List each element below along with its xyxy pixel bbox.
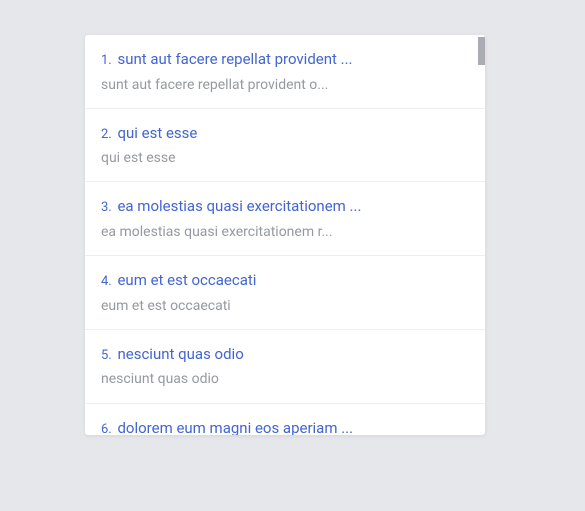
list-item[interactable]: 2. qui est esse qui est esse — [85, 109, 485, 183]
post-number: 4. — [101, 274, 112, 289]
list-card: 1. sunt aut facere repellat provident ..… — [85, 35, 485, 435]
post-title: 3. ea molestias quasi exercitationem ... — [101, 196, 469, 217]
list-item[interactable]: 1. sunt aut facere repellat provident ..… — [85, 35, 485, 109]
post-title-text: sunt aut facere repellat provident ... — [117, 50, 352, 68]
post-title: 1. sunt aut facere repellat provident ..… — [101, 49, 469, 70]
list-item[interactable]: 4. eum et est occaecati eum et est occae… — [85, 256, 485, 330]
list-item[interactable]: 6. dolorem eum magni eos aperiam ... dol… — [85, 404, 485, 435]
post-number: 3. — [101, 200, 112, 215]
post-body: ea molestias quasi exercitationem r... — [101, 223, 469, 241]
post-body: qui est esse — [101, 149, 469, 167]
post-title-text: eum et est occaecati — [117, 271, 256, 289]
post-list[interactable]: 1. sunt aut facere repellat provident ..… — [85, 35, 485, 435]
post-title-text: ea molestias quasi exercitationem ... — [117, 197, 361, 215]
post-number: 2. — [101, 127, 112, 142]
scrollbar-thumb[interactable] — [478, 37, 485, 65]
post-title: 6. dolorem eum magni eos aperiam ... — [101, 418, 469, 435]
post-title-text: qui est esse — [117, 124, 197, 142]
post-title: 5. nesciunt quas odio — [101, 344, 469, 365]
list-item[interactable]: 5. nesciunt quas odio nesciunt quas odio — [85, 330, 485, 404]
post-body: sunt aut facere repellat provident o... — [101, 76, 469, 94]
post-title-text: dolorem eum magni eos aperiam ... — [117, 419, 353, 435]
post-number: 6. — [101, 422, 112, 435]
list-item[interactable]: 3. ea molestias quasi exercitationem ...… — [85, 182, 485, 256]
post-title: 2. qui est esse — [101, 123, 469, 144]
post-number: 1. — [101, 53, 112, 68]
post-body: nesciunt quas odio — [101, 370, 469, 388]
post-body: eum et est occaecati — [101, 297, 469, 315]
post-title: 4. eum et est occaecati — [101, 270, 469, 291]
post-number: 5. — [101, 348, 112, 363]
post-title-text: nesciunt quas odio — [117, 345, 243, 363]
